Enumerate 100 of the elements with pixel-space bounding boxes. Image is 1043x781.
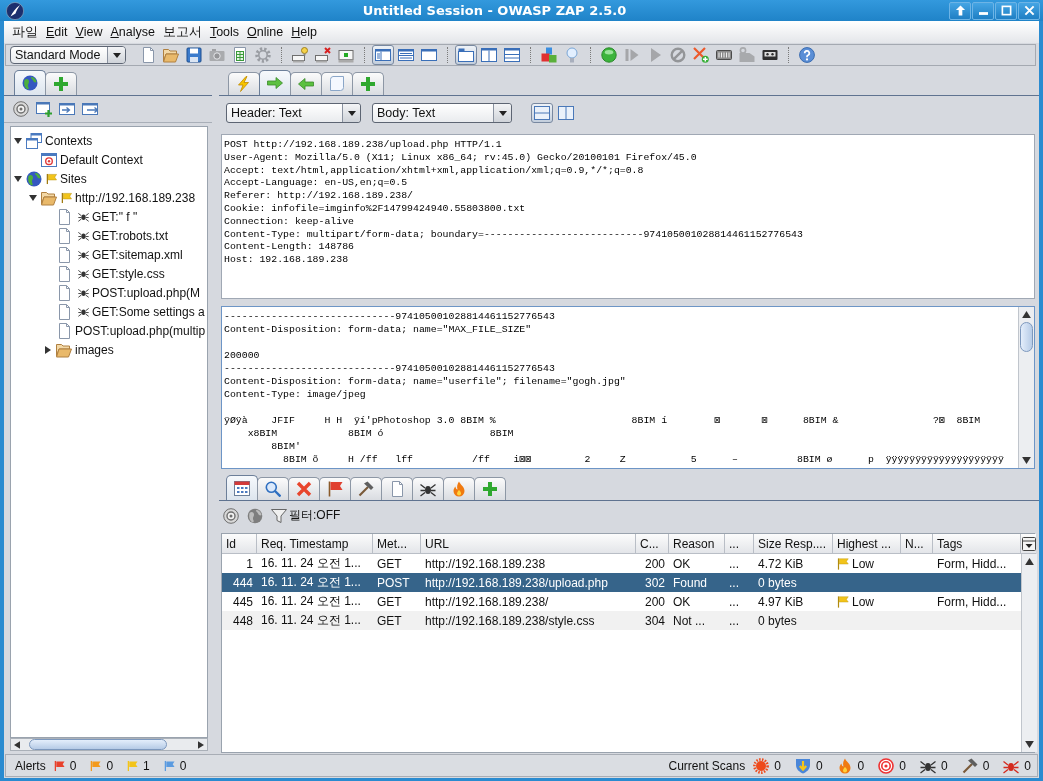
tab[interactable] [350, 477, 382, 500]
code-line: Referer: http://192.168.189.238/ [224, 190, 415, 203]
lightbulb-icon [564, 47, 580, 63]
column-header[interactable]: ... [725, 534, 754, 554]
code-line: -----------------------------974105001028814461152776543 [224, 310, 556, 323]
column-header[interactable]: C... [636, 534, 669, 554]
header-text-area[interactable] [221, 134, 1035, 299]
expand-arrow-icon[interactable] [44, 345, 52, 354]
column-header[interactable]: Req. Timestamp [257, 534, 373, 554]
minimize-button[interactable] [972, 1, 994, 20]
column-header[interactable]: Met... [373, 534, 421, 554]
tree-item[interactable]: Contexts [45, 133, 93, 148]
menu-item[interactable]: Edit [42, 25, 72, 39]
tree-item[interactable]: images [75, 342, 114, 357]
target-icon[interactable] [223, 507, 239, 524]
header-view-dropdown[interactable]: Header: Text [226, 103, 361, 123]
table-cell: 0 bytes [758, 613, 797, 628]
logo-icon [6, 1, 24, 20]
column-header[interactable]: Reason [669, 534, 725, 554]
collapse-arrow-icon[interactable] [14, 174, 22, 183]
tree-item[interactable]: GET:Some settings a [92, 304, 205, 319]
scroll-down-icon [1025, 741, 1034, 748]
no-entry-icon [670, 47, 686, 63]
tree-item[interactable]: http://192.168.189.238 [75, 190, 196, 205]
column-header[interactable]: Tags [933, 534, 1021, 554]
table-row[interactable]: 1 16. 11. 24 오전 1... GET http://192.168.189.238 200 OK ... 4.72 KiB Low Form, Hidd... [222, 554, 1021, 573]
column-chooser-button[interactable] [1021, 534, 1036, 554]
tree-item[interactable]: Sites [60, 171, 87, 186]
column-header[interactable]: N... [901, 534, 933, 554]
blocks-icon [541, 47, 557, 63]
menu-item[interactable]: 보고서 [158, 23, 206, 41]
toolbar-button[interactable] [796, 45, 818, 65]
filter-button[interactable]: 필터:OFF [271, 507, 341, 524]
layout-button[interactable] [555, 103, 577, 123]
table-cell: POST [377, 575, 410, 590]
table-cell: OK [673, 556, 691, 571]
horizontal-scrollbar[interactable] [10, 738, 208, 751]
device-cross-icon [315, 47, 331, 63]
code-line: Host: 192.168.189.238 [224, 254, 350, 267]
hammer-icon [961, 757, 978, 774]
table-row[interactable]: 445 16. 11. 24 오전 1... GET http://192.168.189.238/ 200 OK ... 4.97 KiB Low Form, Hidd... [222, 592, 1021, 611]
code-line: Content-Length: 148786 [224, 241, 355, 255]
collapse-arrow-icon[interactable] [29, 193, 37, 202]
tab[interactable] [14, 70, 46, 95]
toolbar-button[interactable] [478, 45, 500, 65]
maximize-button[interactable] [995, 1, 1017, 20]
scrollbar-thumb[interactable] [1020, 322, 1033, 352]
menu-item[interactable]: Help [287, 25, 321, 39]
vertical-scrollbar[interactable] [1018, 307, 1034, 468]
menu-item[interactable]: 파일 [8, 23, 42, 41]
body-view-dropdown[interactable]: Body: Text [372, 103, 512, 123]
scroll-left-icon [14, 740, 20, 749]
menu-item[interactable]: Analyse [106, 25, 159, 39]
table-cell: 16. 11. 24 오전 1... [261, 612, 361, 629]
tree-item[interactable]: GET:robots.txt [92, 228, 169, 243]
menu-item[interactable]: Tools [205, 25, 244, 39]
column-header[interactable]: URL [421, 534, 636, 554]
tree-item[interactable]: Default Context [60, 152, 143, 167]
column-header[interactable]: Highest ... [833, 534, 901, 554]
code-line: Content-Disposition: form-data; name="userfile"; filename="gogh.jpg" [224, 375, 627, 388]
tab[interactable] [412, 477, 444, 500]
toolbar-button[interactable] [289, 45, 311, 65]
table-row[interactable]: 448 16. 11. 24 오전 1... GET http://192.168.189.238/style.css 304 Not ... ... 0 bytes [222, 611, 1021, 630]
layout-button[interactable] [531, 103, 553, 123]
vertical-scrollbar[interactable] [1021, 554, 1037, 752]
column-header[interactable]: Id [222, 534, 257, 554]
mode-dropdown[interactable]: Standard Mode [10, 46, 126, 64]
toolbar-button[interactable] [372, 45, 394, 65]
code-line: Cookie: infofile=imginfo%2F14799424940.55803800.txt [224, 203, 527, 216]
toolbar-button[interactable] [183, 45, 205, 65]
table-row[interactable]: 444 16. 11. 24 오전 1... POST http://192.168.189.238/upload.php 302 Found ... 0 bytes [222, 573, 1021, 592]
tree-item[interactable]: GET:" f " [92, 209, 138, 224]
target-icon[interactable] [13, 101, 29, 117]
table-cell: GET [377, 556, 402, 571]
close-button[interactable] [1018, 1, 1040, 20]
toolbar-button[interactable] [501, 45, 523, 65]
tree-item[interactable]: GET:sitemap.xml [92, 247, 183, 262]
globe-icon[interactable] [247, 507, 263, 524]
shield-arrow-icon [794, 757, 811, 774]
globe-icon [26, 170, 42, 187]
table-cell: 200 [644, 556, 665, 571]
folder-icon [41, 189, 57, 206]
tree-item[interactable]: GET:style.css [92, 266, 165, 281]
table-cell: ... [729, 613, 739, 628]
window-icon [421, 47, 437, 63]
up-arrow-icon [954, 5, 966, 16]
table-cell: Low [852, 556, 874, 571]
menu-item[interactable]: Online [243, 25, 288, 39]
scroll-right-icon [198, 740, 204, 749]
tag-icon [739, 47, 755, 63]
window-plus-icon[interactable] [36, 101, 52, 117]
toolbar-button[interactable] [455, 45, 477, 65]
collapse-arrow-icon[interactable] [14, 136, 22, 145]
scrollbar-thumb[interactable] [29, 739, 167, 750]
window-button[interactable] [949, 1, 971, 20]
column-header[interactable]: Size Resp.... [754, 534, 833, 554]
menu-item[interactable]: View [71, 25, 107, 39]
tree-item[interactable]: POST:upload.php(M [92, 285, 201, 300]
tree-item[interactable]: POST:upload.php(multip [75, 323, 206, 338]
toolbar-button[interactable] [312, 45, 334, 65]
